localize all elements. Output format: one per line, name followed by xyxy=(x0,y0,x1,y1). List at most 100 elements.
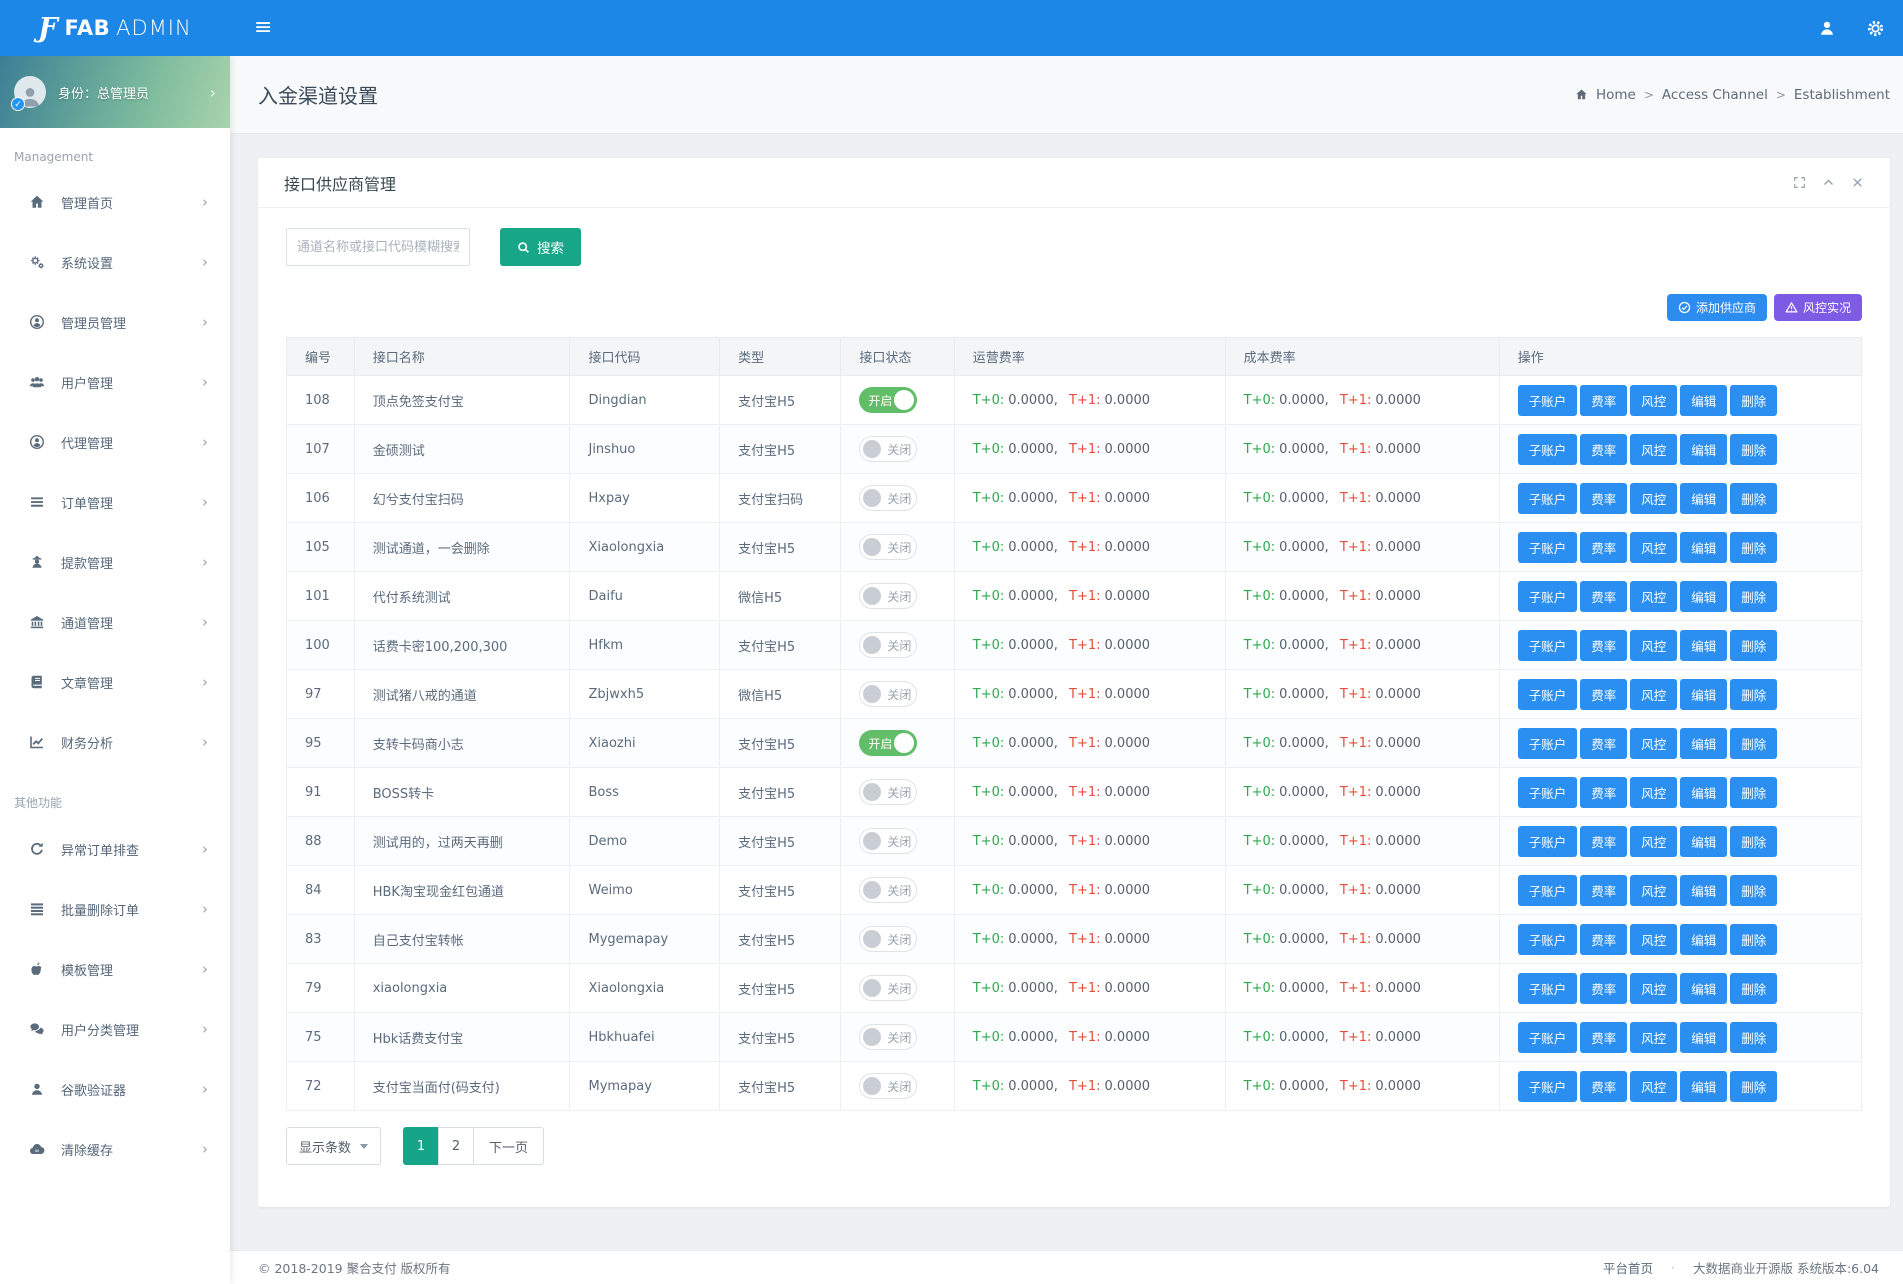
risk-button[interactable]: 风控 xyxy=(1630,1071,1677,1102)
delete-button[interactable]: 删除 xyxy=(1730,1022,1777,1053)
risk-button[interactable]: 风控 xyxy=(1630,532,1677,563)
rate-button[interactable]: 费率 xyxy=(1580,875,1627,906)
rate-button[interactable]: 费率 xyxy=(1580,826,1627,857)
status-toggle[interactable]: 关闭 xyxy=(859,828,917,854)
subaccount-button[interactable]: 子账户 xyxy=(1518,434,1578,465)
rate-button[interactable]: 费率 xyxy=(1580,532,1627,563)
subaccount-button[interactable]: 子账户 xyxy=(1518,630,1578,661)
delete-button[interactable]: 删除 xyxy=(1730,1071,1777,1102)
subaccount-button[interactable]: 子账户 xyxy=(1518,728,1578,759)
rate-button[interactable]: 费率 xyxy=(1580,581,1627,612)
sidebar-item-article-management[interactable]: 文章管理 › xyxy=(0,652,230,712)
sidebar-item-batch-delete-orders[interactable]: 批量删除订单 › xyxy=(0,879,230,939)
risk-button[interactable]: 风控 xyxy=(1630,581,1677,612)
edit-button[interactable]: 编辑 xyxy=(1680,532,1727,563)
status-toggle[interactable]: 关闭 xyxy=(859,877,917,903)
edit-button[interactable]: 编辑 xyxy=(1680,875,1727,906)
chevron-up-icon[interactable] xyxy=(1822,176,1835,189)
risk-button[interactable]: 风控 xyxy=(1630,385,1677,416)
sidebar-item-user-category[interactable]: 用户分类管理 › xyxy=(0,999,230,1059)
risk-button[interactable]: 风控 xyxy=(1630,483,1677,514)
delete-button[interactable]: 删除 xyxy=(1730,973,1777,1004)
delete-button[interactable]: 删除 xyxy=(1730,777,1777,808)
status-toggle[interactable]: 关闭 xyxy=(859,926,917,952)
edit-button[interactable]: 编辑 xyxy=(1680,581,1727,612)
subaccount-button[interactable]: 子账户 xyxy=(1518,581,1578,612)
subaccount-button[interactable]: 子账户 xyxy=(1518,1071,1578,1102)
add-supplier-button[interactable]: 添加供应商 xyxy=(1667,294,1767,321)
edit-button[interactable]: 编辑 xyxy=(1680,1022,1727,1053)
user-icon[interactable] xyxy=(1818,19,1836,37)
delete-button[interactable]: 删除 xyxy=(1730,679,1777,710)
page-size-dropdown[interactable]: 显示条数 xyxy=(286,1127,381,1165)
rate-button[interactable]: 费率 xyxy=(1580,728,1627,759)
subaccount-button[interactable]: 子账户 xyxy=(1518,875,1578,906)
rate-button[interactable]: 费率 xyxy=(1580,630,1627,661)
delete-button[interactable]: 删除 xyxy=(1730,924,1777,955)
edit-button[interactable]: 编辑 xyxy=(1680,1071,1727,1102)
subaccount-button[interactable]: 子账户 xyxy=(1518,385,1578,416)
sidebar-item-admin-home[interactable]: 管理首页 › xyxy=(0,172,230,232)
sidebar-item-clear-cache[interactable]: ∞ 清除缓存 › xyxy=(0,1119,230,1179)
delete-button[interactable]: 删除 xyxy=(1730,385,1777,416)
risk-button[interactable]: 风控 xyxy=(1630,924,1677,955)
rate-button[interactable]: 费率 xyxy=(1580,924,1627,955)
status-toggle[interactable]: 开启 xyxy=(859,730,917,756)
risk-button[interactable]: 风控 xyxy=(1630,630,1677,661)
edit-button[interactable]: 编辑 xyxy=(1680,483,1727,514)
sidebar-item-admin-management[interactable]: 管理员管理 › xyxy=(0,292,230,352)
edit-button[interactable]: 编辑 xyxy=(1680,434,1727,465)
risk-button[interactable]: 风控 xyxy=(1630,826,1677,857)
sidebar-item-channel-management[interactable]: 通道管理 › xyxy=(0,592,230,652)
sidebar-item-template-management[interactable]: 模板管理 › xyxy=(0,939,230,999)
edit-button[interactable]: 编辑 xyxy=(1680,385,1727,416)
subaccount-button[interactable]: 子账户 xyxy=(1518,679,1578,710)
edit-button[interactable]: 编辑 xyxy=(1680,630,1727,661)
breadcrumb-home[interactable]: Home xyxy=(1596,87,1636,103)
rate-button[interactable]: 费率 xyxy=(1580,385,1627,416)
close-icon[interactable] xyxy=(1851,176,1864,189)
sidebar-item-abnormal-orders[interactable]: 异常订单排查 › xyxy=(0,819,230,879)
subaccount-button[interactable]: 子账户 xyxy=(1518,777,1578,808)
delete-button[interactable]: 删除 xyxy=(1730,826,1777,857)
expand-icon[interactable] xyxy=(1793,176,1806,189)
risk-button[interactable]: 风控 xyxy=(1630,679,1677,710)
subaccount-button[interactable]: 子账户 xyxy=(1518,1022,1578,1053)
risk-button[interactable]: 风控 xyxy=(1630,728,1677,759)
search-input[interactable] xyxy=(286,228,470,266)
status-toggle[interactable]: 关闭 xyxy=(859,583,917,609)
status-toggle[interactable]: 关闭 xyxy=(859,1073,917,1099)
status-toggle[interactable]: 关闭 xyxy=(859,485,917,511)
rate-button[interactable]: 费率 xyxy=(1580,483,1627,514)
subaccount-button[interactable]: 子账户 xyxy=(1518,924,1578,955)
sidebar-item-user-management[interactable]: 用户管理 › xyxy=(0,352,230,412)
sidebar-toggle-icon[interactable]: ≡ xyxy=(254,17,272,39)
status-toggle[interactable]: 关闭 xyxy=(859,1024,917,1050)
subaccount-button[interactable]: 子账户 xyxy=(1518,532,1578,563)
sidebar-item-system-settings[interactable]: 系统设置 › xyxy=(0,232,230,292)
status-toggle[interactable]: 关闭 xyxy=(859,436,917,462)
sidebar-item-agent-management[interactable]: 代理管理 › xyxy=(0,412,230,472)
rate-button[interactable]: 费率 xyxy=(1580,1071,1627,1102)
sidebar-item-finance-analysis[interactable]: 财务分析 › xyxy=(0,712,230,772)
risk-button[interactable]: 风控 xyxy=(1630,777,1677,808)
sidebar-item-google-authenticator[interactable]: 谷歌验证器 › xyxy=(0,1059,230,1119)
breadcrumb-access-channel[interactable]: Access Channel xyxy=(1662,87,1768,103)
rate-button[interactable]: 费率 xyxy=(1580,973,1627,1004)
delete-button[interactable]: 删除 xyxy=(1730,875,1777,906)
risk-button[interactable]: 风控 xyxy=(1630,875,1677,906)
delete-button[interactable]: 删除 xyxy=(1730,483,1777,514)
status-toggle[interactable]: 开启 xyxy=(859,387,917,413)
delete-button[interactable]: 删除 xyxy=(1730,581,1777,612)
status-toggle[interactable]: 关闭 xyxy=(859,681,917,707)
status-toggle[interactable]: 关闭 xyxy=(859,632,917,658)
status-toggle[interactable]: 关闭 xyxy=(859,975,917,1001)
rate-button[interactable]: 费率 xyxy=(1580,679,1627,710)
delete-button[interactable]: 删除 xyxy=(1730,728,1777,759)
page-2-button[interactable]: 2 xyxy=(438,1127,474,1165)
delete-button[interactable]: 删除 xyxy=(1730,434,1777,465)
subaccount-button[interactable]: 子账户 xyxy=(1518,973,1578,1004)
gear-icon[interactable] xyxy=(1866,19,1885,38)
edit-button[interactable]: 编辑 xyxy=(1680,777,1727,808)
subaccount-button[interactable]: 子账户 xyxy=(1518,826,1578,857)
